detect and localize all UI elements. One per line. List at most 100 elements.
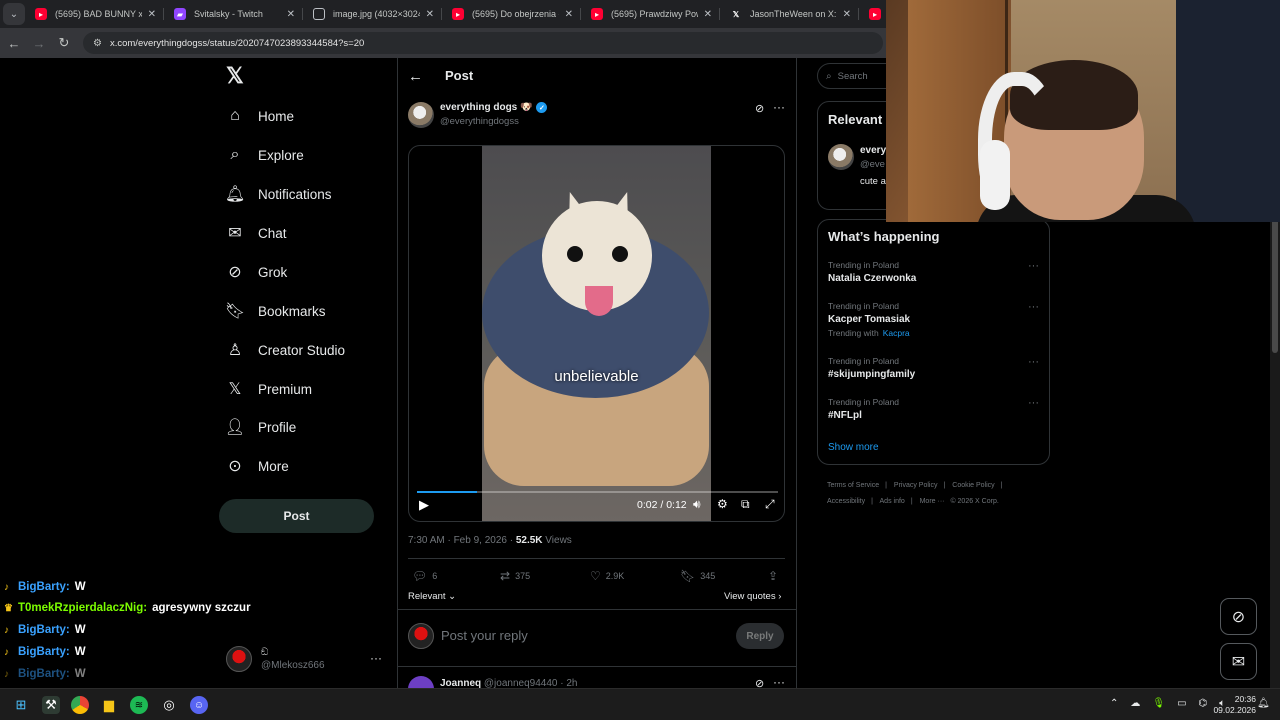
play-icon[interactable]: ▶	[419, 497, 429, 513]
more-dots-icon[interactable]: ···	[370, 651, 382, 665]
author-name-row[interactable]: everything dogs 🐶 ✓	[440, 102, 548, 113]
trend-context: Trending in Poland	[828, 260, 900, 270]
reload-button[interactable]: ↻	[53, 32, 75, 54]
trend-with-link[interactable]: Kacpra	[883, 328, 910, 338]
footer-link[interactable]: Privacy Policy	[894, 482, 938, 489]
fullscreen-icon[interactable]: ⤢	[765, 497, 775, 512]
relevant-name[interactable]: every	[860, 145, 886, 156]
browser-tab[interactable]: image.jpg (4032×3024) ✕	[303, 0, 442, 28]
footer-link[interactable]: Accessibility	[827, 498, 865, 505]
cloud-icon[interactable]: ☁	[1130, 698, 1140, 709]
trending-with-label: Trending with	[828, 328, 879, 338]
footer-link[interactable]: Cookie Policy	[952, 482, 994, 489]
settings-gear-icon[interactable]: ⚙	[717, 497, 728, 511]
notification-bell-icon[interactable]: 🔔︎	[1257, 698, 1270, 709]
more-dots-icon[interactable]: ···	[1028, 301, 1039, 313]
discord-icon[interactable]: ☺	[190, 696, 208, 714]
video-progress-bar[interactable]	[417, 491, 778, 493]
twitch-icon: ▰	[174, 8, 186, 20]
more-dots-icon[interactable]: ···	[1028, 260, 1039, 272]
trend-item[interactable]: Trending in Poland #skijumpingfamily ···	[828, 356, 1043, 380]
trend-item[interactable]: Trending in Poland Natalia Czerwonka ···	[828, 260, 1043, 284]
nav-item-more[interactable]: ⊙ More	[226, 452, 288, 480]
webcam-shelf	[1176, 0, 1280, 222]
like-button[interactable]: ♡ 2.9K	[590, 569, 624, 583]
obs-icon[interactable]: ◎	[160, 696, 178, 714]
close-tab-icon[interactable]: ✕	[565, 9, 573, 20]
pip-icon[interactable]: ⧉	[741, 497, 750, 512]
grok-icon[interactable]: ⊘	[755, 102, 764, 115]
reply-input[interactable]: Post your reply	[441, 628, 528, 643]
show-more-link[interactable]: Show more	[828, 442, 879, 453]
repost-button[interactable]: ⇄ 375	[500, 569, 530, 583]
browser-tab[interactable]: ▸ (5695) Do obejrzenia - Yo ✕	[442, 0, 581, 28]
bookmark-button[interactable]: 🔖︎ 345	[680, 569, 715, 583]
more-dots-icon[interactable]: ···	[773, 675, 785, 689]
video-player[interactable]: unbelievable ▶ 0:02 / 0:12 🔊︎ ⚙ ⧉ ⤢	[408, 145, 785, 522]
spotify-icon[interactable]: ≋	[130, 696, 148, 714]
x-logo-icon[interactable]: 𝕏	[226, 65, 246, 87]
chevron-up-icon[interactable]: ⌃	[1110, 698, 1118, 709]
microphone-icon[interactable]: 🎙︎	[1152, 698, 1165, 709]
url-field[interactable]: ⚙ x.com/everythingdogss/status/202074702…	[83, 32, 883, 54]
footer-link[interactable]: More ···	[920, 498, 945, 505]
footer-link[interactable]: Ads info	[880, 498, 905, 505]
app-icon[interactable]: ⚒	[42, 696, 60, 714]
tab-search-button[interactable]: ⌄	[3, 3, 25, 25]
back-button[interactable]: ←	[3, 32, 25, 54]
close-tab-icon[interactable]: ✕	[426, 9, 434, 20]
author-avatar[interactable]	[408, 102, 434, 128]
nav-item-bookmarks[interactable]: 🔖︎ Bookmarks	[225, 297, 326, 325]
nav-item-explore[interactable]: ⌕ Explore	[226, 141, 304, 169]
trend-item[interactable]: Trending in Poland #NFLpl ···	[828, 397, 1043, 421]
browser-tab[interactable]: 𝕏 JasonTheWeen on X: "http ✕	[720, 0, 859, 28]
grok-fab-button[interactable]: ⊘	[1220, 598, 1257, 635]
trend-item[interactable]: Trending in Poland Kacper Tomasiak Trend…	[828, 301, 1043, 338]
close-tab-icon[interactable]: ✕	[287, 9, 295, 20]
author-name: everything dogs 🐶	[440, 102, 533, 113]
volume-icon[interactable]: 🔊︎	[693, 497, 701, 512]
video-frame: unbelievable	[482, 146, 711, 521]
tab-title: JasonTheWeen on X: "http	[750, 9, 837, 19]
webcam-overlay	[886, 0, 1280, 222]
share-button[interactable]: ⇪	[768, 569, 783, 583]
nav-item-grok[interactable]: ⊘ Grok	[226, 258, 287, 286]
messages-fab-button[interactable]: ✉	[1220, 643, 1257, 680]
nav-item-premium[interactable]: 𝕏 Premium	[226, 375, 312, 403]
more-dots-icon[interactable]: ···	[773, 100, 785, 114]
windows-start-icon[interactable]: ⊞	[12, 696, 30, 714]
site-info-icon[interactable]: ⚙	[93, 38, 102, 49]
browser-tab[interactable]: ▸ (5695) BAD BUNNY x DIJA ✕	[25, 0, 164, 28]
video-caption: unbelievable	[554, 368, 639, 385]
close-tab-icon[interactable]: ✕	[843, 9, 851, 20]
footer-link[interactable]: Terms of Service	[827, 482, 879, 489]
browser-tab[interactable]: ▰ Svitalsky - Twitch ✕	[164, 0, 303, 28]
forward-button[interactable]: →	[28, 32, 50, 54]
clock[interactable]: 20:36 09.02.2026	[1206, 694, 1256, 716]
account-switcher[interactable]: ඞ @Mlekosz666 ···	[226, 643, 386, 675]
nav-item-home[interactable]: ⌂ Home	[226, 102, 294, 130]
nav-item-profile[interactable]: 👤︎ Profile	[225, 413, 296, 441]
post-button[interactable]: Post	[219, 499, 374, 533]
nav-item-chat[interactable]: ✉ Chat	[226, 219, 286, 247]
close-tab-icon[interactable]: ✕	[704, 9, 712, 20]
file-explorer-icon[interactable]: ▆	[100, 696, 118, 714]
nav-item-creator-studio[interactable]: ♙ Creator Studio	[226, 336, 345, 364]
display-icon[interactable]: ▭	[1177, 698, 1186, 709]
more-dots-icon[interactable]: ···	[1028, 356, 1039, 368]
more-dots-icon[interactable]: ···	[1028, 397, 1039, 409]
reply-submit-button[interactable]: Reply	[736, 623, 784, 649]
browser-tab[interactable]: ▸ (5695) Prawdziwy Powód ✕	[581, 0, 720, 28]
reply-button[interactable]: 💬︎ 6	[412, 569, 437, 583]
author-handle[interactable]: @everythingdogss	[440, 116, 519, 127]
chrome-icon[interactable]	[71, 696, 89, 714]
sort-replies-dropdown[interactable]: Relevant ⌄	[408, 591, 456, 602]
back-arrow-icon[interactable]: ←	[408, 68, 423, 85]
close-tab-icon[interactable]: ✕	[148, 9, 156, 20]
relevant-handle: @eve	[860, 159, 885, 170]
nav-item-notifications[interactable]: 🔔︎ Notifications	[225, 180, 332, 208]
youtube-icon: ▸	[591, 8, 603, 20]
avatar[interactable]	[828, 144, 854, 170]
trend-context: Trending in Poland	[828, 356, 900, 366]
view-quotes-link[interactable]: View quotes ›	[724, 591, 781, 602]
